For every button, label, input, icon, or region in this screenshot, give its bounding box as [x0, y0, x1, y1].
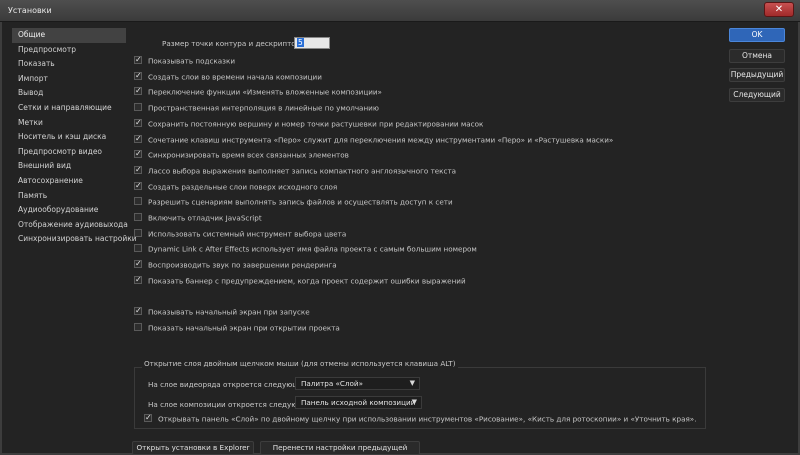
option-label: Показывать начальный экран при запуске [148, 307, 310, 317]
sidebar-item[interactable]: Автосохранение [12, 174, 126, 189]
previous-button[interactable]: Предыдущий [729, 68, 785, 82]
option-label: Сохранить постоянную вершину и номер точ… [148, 119, 484, 129]
option-row[interactable]: ✓ Показывать начальный экран при запуске [134, 307, 310, 319]
checkbox[interactable]: ✓ [134, 165, 142, 174]
checkbox[interactable] [134, 244, 142, 253]
chevron-down-icon: ▼ [411, 398, 417, 406]
option-row[interactable]: Пространственная интерполяция в линейные… [134, 103, 379, 115]
option-label: Dynamic Link с After Effects использует … [148, 244, 477, 254]
checkbox[interactable]: ✓ [134, 118, 142, 127]
footage-layer-dropdown[interactable]: Палитра «Слой» ▼ [295, 377, 420, 390]
sidebar-item[interactable]: Показать [12, 57, 126, 72]
option-label: Сочетание клавиш инструмента «Перо» служ… [148, 135, 614, 144]
checkbox[interactable] [134, 213, 142, 221]
sidebar-item[interactable]: Общие [12, 28, 126, 43]
sidebar-item[interactable]: Импорт [12, 72, 126, 87]
option-label: Открывать панель «Слой» по двойному щелч… [158, 414, 697, 424]
option-row[interactable]: ✓ Синхронизировать время всех связанных э… [134, 150, 349, 162]
option-label: Использовать системный инструмент выбора… [148, 229, 347, 239]
comp-layer-value: Панель исходной композиции [301, 398, 416, 407]
option-row[interactable]: Использовать системный инструмент выбора… [134, 228, 347, 241]
option-row[interactable]: Dynamic Link с After Effects использует … [134, 244, 477, 256]
footage-layer-label: На слое видеоряда откроется следующее: [148, 380, 311, 389]
option-label: Разрешить сценариям выполнять запись фай… [148, 197, 453, 207]
sidebar-item[interactable]: Синхронизировать настройки [12, 232, 137, 247]
size-label: Размер точки контура и дескриптора: [162, 39, 308, 48]
comp-layer-dropdown[interactable]: Панель исходной композиции ▼ [295, 396, 422, 409]
option-row[interactable]: ✓ Воспроизводить звук по завершении ренде… [134, 260, 337, 272]
sidebar-item[interactable]: Предпросмотр видео [12, 145, 126, 160]
option-row[interactable]: Разрешить сценариям выполнять запись фай… [134, 197, 453, 209]
checkbox[interactable]: ✓ [134, 87, 142, 96]
migrate-settings-button[interactable]: Перенести настройки предыдущей версии... [260, 441, 420, 455]
sidebar-item[interactable]: Сетки и направляющие [12, 101, 126, 116]
sidebar-item[interactable]: Носитель и кэш диска [12, 130, 126, 145]
ok-button[interactable]: OK [729, 28, 785, 42]
checkbox[interactable]: ✓ [134, 260, 142, 269]
sidebar-item[interactable]: Отображение аудиовыхода [12, 218, 128, 233]
sidebar-item[interactable]: Предпросмотр [12, 43, 126, 58]
checkbox[interactable]: ✓ [134, 307, 142, 315]
option-row[interactable]: ✓ Переключение функции «Изменять вложенны… [134, 87, 382, 99]
checkbox[interactable]: ✓ [134, 181, 142, 190]
checkbox[interactable]: ✓ [134, 56, 142, 64]
sidebar-item[interactable]: Память [12, 189, 126, 204]
option-row[interactable]: ✓ Показать баннер с предупреждением, когд… [134, 275, 466, 288]
sidebar-item[interactable]: Метки [12, 116, 126, 131]
option-label: Лассо выбора выражения выполняет запись … [148, 166, 457, 176]
handle-size-input[interactable]: 5 [294, 37, 330, 49]
checkbox[interactable]: ✓ [144, 414, 152, 422]
checkbox[interactable]: ✓ [134, 275, 142, 284]
sidebar-item[interactable]: Аудиооборудование [12, 203, 126, 218]
option-row[interactable]: Показать начальный экран при открытии пр… [134, 323, 340, 335]
window-title: Установки [8, 6, 52, 15]
checkbox[interactable]: ✓ [134, 71, 142, 80]
footage-layer-value: Палитра «Слой» [301, 379, 363, 388]
title-bar: Установки ✕ [0, 0, 800, 22]
option-label: Синхронизировать время всех связанных эл… [148, 150, 349, 160]
checkbox[interactable] [134, 103, 142, 112]
option-label: Включить отладчик JavaScript [148, 213, 262, 223]
option-row[interactable]: ✓ Создать слои во времени начала композиц… [134, 71, 322, 84]
option-label: Воспроизводить звук по завершении рендер… [148, 260, 337, 270]
sidebar-item[interactable]: Вывод [12, 86, 126, 101]
option-row[interactable]: ✓ Сочетание клавиш инструмента «Перо» слу… [134, 134, 614, 147]
option-label: Переключение функции «Изменять вложенные… [148, 87, 382, 97]
checkbox[interactable]: ✓ [134, 134, 142, 143]
option-label: Показать начальный экран при открытии пр… [148, 323, 340, 333]
category-list: Общие Предпросмотр Показать Импорт Вывод Сетк… [12, 28, 137, 247]
close-button[interactable]: ✕ [764, 2, 794, 17]
checkbox[interactable] [134, 323, 142, 331]
checkbox[interactable] [134, 228, 142, 237]
cancel-button[interactable]: Отмена [729, 49, 785, 63]
group-label: Открытие слоя двойным щелчком мыши (для … [142, 359, 458, 368]
option-label: Показывать подсказки [148, 56, 235, 66]
checkbox[interactable] [134, 197, 142, 206]
preferences-dialog: Общие Предпросмотр Показать Импорт Вывод Сетк… [0, 22, 800, 455]
option-row[interactable]: ✓ Лассо выбора выражения выполняет запись… [134, 165, 457, 178]
comp-layer-label: На слое композиции откроется следующее: [148, 400, 316, 409]
checkbox[interactable]: ✓ [134, 150, 142, 159]
chevron-down-icon: ▼ [409, 379, 415, 387]
general-settings-panel: Размер точки контура и дескриптора: 5 От… [132, 22, 712, 455]
option-row[interactable]: ✓ Сохранить постоянную вершину и номер то… [134, 118, 484, 131]
option-label: Пространственная интерполяция в линейные… [148, 103, 379, 113]
option-row[interactable]: ✓ Показывать подсказки [134, 56, 235, 68]
sidebar-item[interactable]: Внешний вид [12, 159, 126, 174]
option-row[interactable]: Включить отладчик JavaScript [134, 213, 262, 225]
option-row[interactable]: ✓ Создать раздельные слои поверх исходног… [134, 181, 338, 194]
option-label: Создать слои во времени начала композици… [148, 72, 322, 82]
option-label: Создать раздельные слои поверх исходного… [148, 182, 338, 192]
layer-panel-option[interactable]: ✓ Открывать панель «Слой» по двойному щел… [144, 414, 697, 426]
next-button[interactable]: Следующий [729, 88, 785, 102]
reveal-in-explorer-button[interactable]: Открыть установки в Explorer [132, 441, 254, 455]
option-label: Показать баннер с предупреждением, когда… [148, 276, 466, 286]
